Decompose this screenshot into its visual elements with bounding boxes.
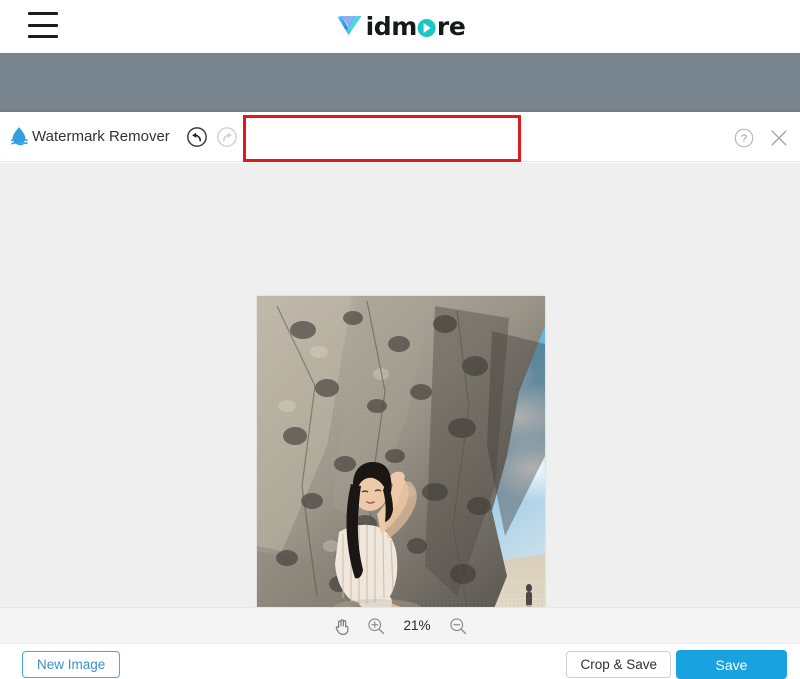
svg-text:?: ? — [741, 133, 747, 145]
hamburger-menu-icon[interactable] — [28, 12, 58, 38]
redo-arrow-icon — [216, 126, 238, 148]
hand-pan-icon[interactable] — [332, 616, 352, 636]
vidmore-logo[interactable]: idm re — [335, 9, 466, 43]
question-mark-circle-icon[interactable]: ? — [733, 127, 755, 149]
hamburger-bar — [28, 24, 58, 27]
crop-and-save-button[interactable]: Crop & Save — [566, 651, 671, 678]
history-controls — [186, 126, 238, 148]
undo-button[interactable] — [186, 126, 208, 148]
editor-toolbar: Watermark Remover — [0, 112, 800, 162]
zoom-level-label: 21% — [400, 618, 434, 633]
water-drop-icon — [8, 125, 30, 147]
hamburger-bar — [28, 35, 58, 38]
bottom-action-bar: New Image Crop & Save Save — [0, 643, 800, 679]
watermark-remover-app: idm re Watermark Remover — [0, 0, 800, 679]
editor-window: Watermark Remover — [0, 112, 800, 679]
vidmore-v-icon — [335, 11, 365, 41]
brand-wordmark: idm re — [366, 12, 466, 41]
hamburger-bar — [28, 12, 58, 15]
brand-text-after: re — [437, 12, 466, 41]
editor-title-group: Watermark Remover — [8, 125, 170, 147]
new-image-button[interactable]: New Image — [22, 651, 120, 678]
save-button[interactable]: Save — [676, 650, 787, 679]
page-background-band — [0, 53, 800, 112]
zoom-in-icon[interactable] — [366, 616, 386, 636]
close-x-icon[interactable] — [768, 127, 790, 149]
undo-arrow-icon — [186, 126, 208, 148]
image-canvas[interactable]: watermark — [0, 163, 800, 679]
brand-play-circle-icon — [418, 19, 436, 37]
brand-text-before: idm — [366, 12, 417, 41]
zoom-out-icon[interactable] — [448, 616, 468, 636]
page-title: Watermark Remover — [32, 128, 170, 145]
zoom-toolbar: 21% — [0, 607, 800, 643]
window-controls: ? — [733, 127, 790, 149]
site-header: idm re — [0, 0, 800, 53]
redo-button[interactable] — [216, 126, 238, 148]
